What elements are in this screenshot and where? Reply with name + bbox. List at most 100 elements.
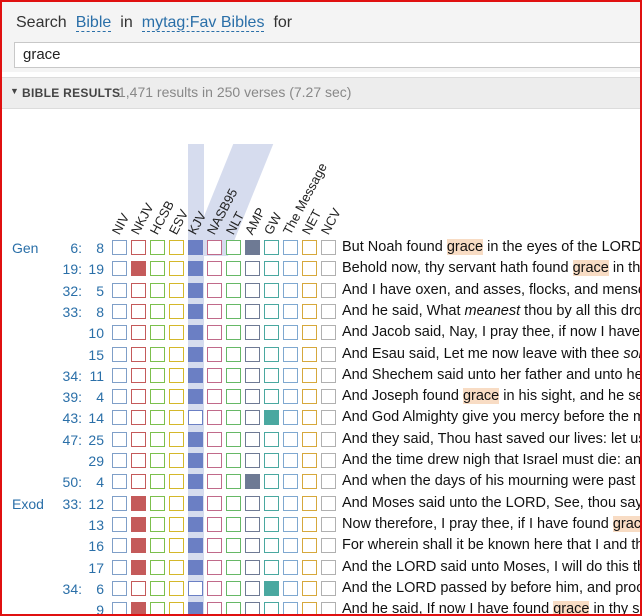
hit-cell-gw[interactable] (264, 303, 279, 319)
hit-cell-nasb95[interactable] (207, 303, 222, 319)
hit-cell-net[interactable] (302, 346, 317, 362)
verse-text[interactable]: And Moses said unto the LORD, See, thou … (342, 495, 640, 511)
hit-cell-niv[interactable] (112, 282, 127, 298)
result-row[interactable]: 43: 14 And God Almighty give you mercy bef… (2, 408, 640, 429)
hit-cell-nkjv[interactable] (131, 303, 146, 319)
hit-cell-nkjv[interactable] (131, 346, 146, 362)
hit-cell-nlt[interactable] (226, 538, 241, 554)
hit-cell-niv[interactable] (112, 389, 127, 405)
verse-text[interactable]: And the LORD passed by before him, and p… (342, 580, 640, 596)
hit-cell-net[interactable] (302, 474, 317, 490)
hit-cell-nlt[interactable] (226, 325, 241, 341)
hit-cell-ncv[interactable] (321, 474, 336, 490)
book-name-link[interactable]: Gen (12, 240, 38, 256)
hit-cell-kjv[interactable] (188, 261, 203, 277)
hit-cell-nkjv[interactable] (131, 431, 146, 447)
hit-cell-net[interactable] (302, 389, 317, 405)
hit-cell-the-message[interactable] (283, 325, 298, 341)
hit-cell-nasb95[interactable] (207, 261, 222, 277)
result-row[interactable]: 16 For wherein shall it be known here tha… (2, 536, 640, 557)
result-row[interactable]: 10 And Jacob said, Nay, I pray thee, if n… (2, 323, 640, 344)
hit-cell-nlt[interactable] (226, 410, 241, 426)
hit-cell-kjv[interactable] (188, 495, 203, 511)
hit-cell-kjv[interactable] (188, 538, 203, 554)
hit-cell-niv[interactable] (112, 453, 127, 468)
hit-cell-gw[interactable] (264, 389, 279, 405)
hit-cell-niv[interactable] (112, 410, 127, 426)
hit-cell-nasb95[interactable] (207, 538, 222, 554)
hit-cell-kjv[interactable] (188, 580, 203, 596)
hit-cell-esv[interactable] (169, 240, 184, 255)
hit-cell-ncv[interactable] (321, 261, 336, 277)
hit-cell-nlt[interactable] (226, 303, 241, 319)
result-row[interactable]: Exod 33: 12 And Moses said unto the LORD, S… (2, 494, 640, 515)
hit-cell-nasb95[interactable] (207, 453, 222, 468)
hit-cell-esv[interactable] (169, 602, 184, 614)
hit-cell-net[interactable] (302, 303, 317, 319)
hit-cell-the-message[interactable] (283, 367, 298, 383)
hit-cell-kjv[interactable] (188, 303, 203, 319)
hit-cell-ncv[interactable] (321, 580, 336, 596)
hit-cell-the-message[interactable] (283, 495, 298, 511)
hit-cell-nlt[interactable] (226, 389, 241, 405)
hit-cell-net[interactable] (302, 538, 317, 554)
hit-cell-nkjv[interactable] (131, 495, 146, 511)
hit-cell-niv[interactable] (112, 431, 127, 447)
hit-cell-esv[interactable] (169, 580, 184, 596)
hit-cell-amp[interactable] (245, 453, 260, 468)
hit-cell-kjv[interactable] (188, 602, 203, 614)
verse-text[interactable]: And God Almighty give you mercy before t… (342, 409, 640, 425)
hit-cell-esv[interactable] (169, 516, 184, 532)
hit-cell-ncv[interactable] (321, 410, 336, 426)
hit-cell-ncv[interactable] (321, 602, 336, 614)
hit-cell-gw[interactable] (264, 453, 279, 468)
hit-cell-esv[interactable] (169, 474, 184, 490)
hit-cell-gw[interactable] (264, 261, 279, 277)
hit-cell-amp[interactable] (245, 410, 260, 426)
hit-cell-amp[interactable] (245, 580, 260, 596)
hit-cell-kjv[interactable] (188, 474, 203, 490)
hit-cell-hcsb[interactable] (150, 240, 165, 255)
hit-cell-nasb95[interactable] (207, 367, 222, 383)
hit-cell-nkjv[interactable] (131, 325, 146, 341)
hit-cell-esv[interactable] (169, 325, 184, 341)
verse-reference-link[interactable]: 15 (42, 347, 104, 363)
hit-cell-amp[interactable] (245, 431, 260, 447)
hit-cell-hcsb[interactable] (150, 410, 165, 426)
hit-cell-amp[interactable] (245, 240, 260, 255)
result-row[interactable]: 34: 11 And Shechem said unto her father an… (2, 366, 640, 387)
hit-cell-nkjv[interactable] (131, 389, 146, 405)
hit-cell-net[interactable] (302, 580, 317, 596)
hit-cell-nasb95[interactable] (207, 580, 222, 596)
hit-cell-the-message[interactable] (283, 516, 298, 532)
verse-reference-link[interactable]: 43: 14 (42, 410, 104, 426)
hit-cell-ncv[interactable] (321, 389, 336, 405)
hit-cell-niv[interactable] (112, 516, 127, 532)
hit-cell-net[interactable] (302, 516, 317, 532)
hit-cell-amp[interactable] (245, 495, 260, 511)
result-row[interactable]: 47: 25 And they said, Thou hast saved our … (2, 430, 640, 451)
hit-cell-gw[interactable] (264, 602, 279, 614)
hit-cell-amp[interactable] (245, 346, 260, 362)
hit-cell-gw[interactable] (264, 282, 279, 298)
hit-cell-nasb95[interactable] (207, 325, 222, 341)
hit-cell-hcsb[interactable] (150, 516, 165, 532)
verse-text[interactable]: And the time drew nigh that Israel must … (342, 452, 640, 468)
hit-cell-esv[interactable] (169, 538, 184, 554)
result-row[interactable]: 33: 8 And he said, What meanest thou by al… (2, 302, 640, 323)
hit-cell-hcsb[interactable] (150, 538, 165, 554)
hit-cell-nkjv[interactable] (131, 516, 146, 532)
hit-cell-nkjv[interactable] (131, 474, 146, 490)
collapse-triangle-icon[interactable]: ▼ (10, 86, 19, 96)
hit-cell-kjv[interactable] (188, 559, 203, 575)
hit-cell-niv[interactable] (112, 261, 127, 277)
hit-cell-kjv[interactable] (188, 346, 203, 362)
hit-cell-esv[interactable] (169, 410, 184, 426)
hit-cell-gw[interactable] (264, 346, 279, 362)
hit-cell-nkjv[interactable] (131, 261, 146, 277)
hit-cell-net[interactable] (302, 431, 317, 447)
hit-cell-esv[interactable] (169, 389, 184, 405)
verse-reference-link[interactable]: 47: 25 (42, 432, 104, 448)
hit-cell-nasb95[interactable] (207, 431, 222, 447)
result-row[interactable]: 9 And he said, If now I have found grace … (2, 600, 640, 614)
